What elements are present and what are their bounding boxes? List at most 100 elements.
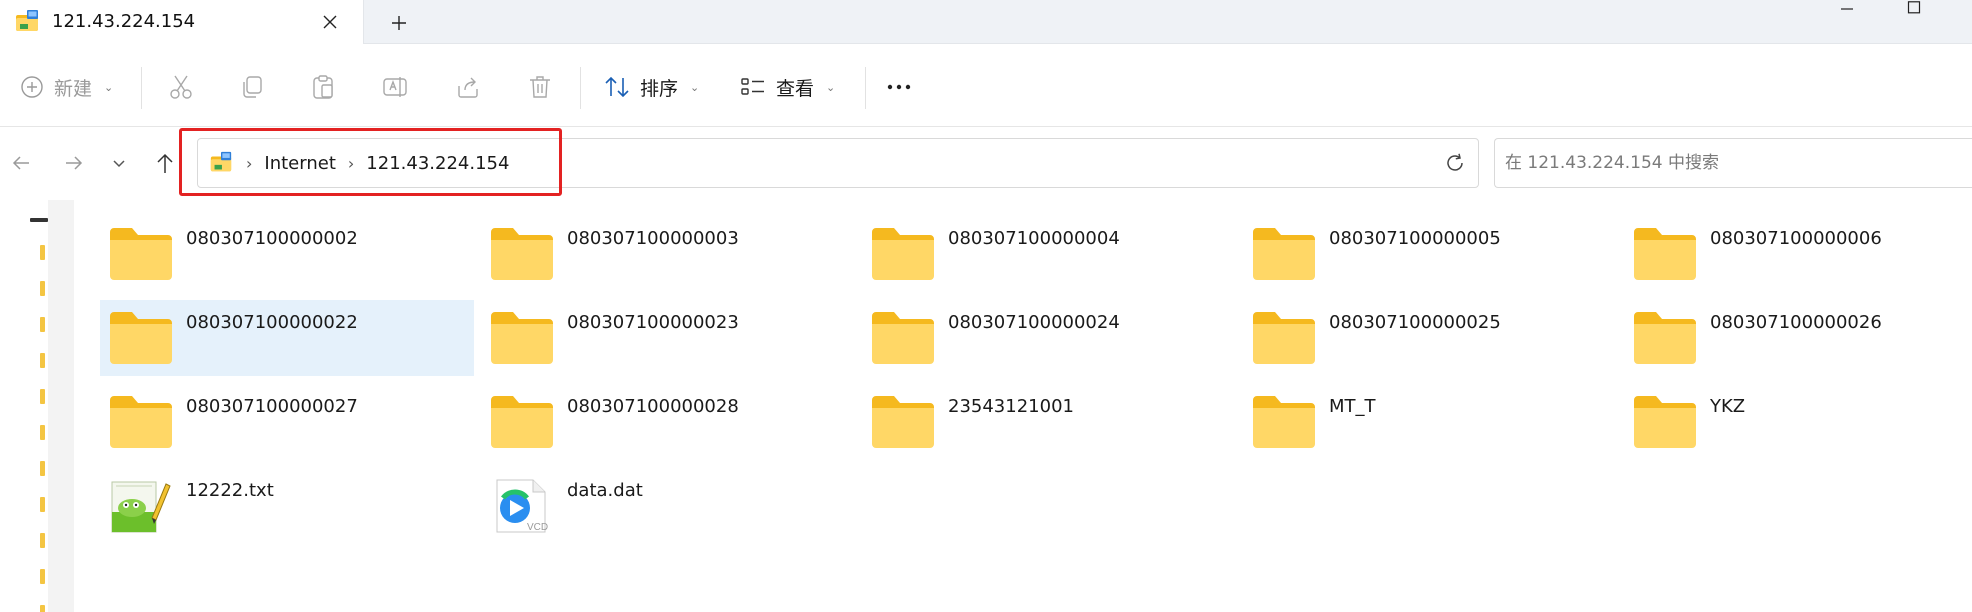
command-bar: 新建 ⌄ 排序 ⌄ 查看 ⌄ [0, 45, 1972, 127]
forward-button[interactable] [57, 146, 91, 180]
minimize-icon [1841, 8, 1853, 10]
navigation-pane [0, 200, 74, 612]
folder-icon [1634, 312, 1696, 364]
nav-folder-marker[interactable] [40, 425, 45, 440]
nav-folder-marker[interactable] [40, 281, 45, 296]
folder-item[interactable]: 080307100000002 [100, 216, 474, 292]
minimize-button[interactable] [1824, 0, 1870, 16]
file-item[interactable]: 12222.txt [100, 468, 474, 544]
copy-icon [243, 76, 262, 98]
folder-icon [872, 396, 934, 448]
nav-folder-marker[interactable] [40, 245, 45, 260]
folder-icon [491, 312, 553, 364]
new-tab-button[interactable] [382, 6, 416, 40]
folder-item[interactable]: 080307100000024 [862, 300, 1236, 376]
cut-icon [170, 75, 192, 99]
folder-icon [872, 228, 934, 280]
file-name: 080307100000024 [948, 312, 1120, 333]
folder-item[interactable]: 23543121001 [862, 384, 1236, 460]
new-button[interactable]: 新建 ⌄ [20, 67, 113, 107]
plus-icon [392, 16, 406, 30]
chevron-down-icon: ⌄ [826, 80, 836, 94]
notepad-plus-plus-icon [111, 481, 171, 533]
file-name: data.dat [567, 480, 643, 501]
chevron-down-icon: ⌄ [690, 80, 700, 94]
breadcrumb-host[interactable]: 121.43.224.154 [366, 153, 509, 174]
toolbar-divider [580, 67, 581, 109]
folder-item[interactable]: 080307100000003 [481, 216, 855, 292]
sort-button[interactable]: 排序 ⌄ [604, 67, 699, 107]
folder-item[interactable]: 080307100000005 [1243, 216, 1617, 292]
rename-button[interactable] [382, 67, 408, 107]
new-button-label: 新建 [54, 77, 93, 100]
paste-button[interactable] [310, 67, 336, 107]
nav-folder-marker[interactable] [40, 461, 45, 476]
file-item[interactable]: VCD data.dat [481, 468, 855, 544]
recent-locations-button[interactable] [102, 146, 136, 180]
tab-title: 121.43.224.154 [52, 11, 196, 32]
navigation-pane-scrollbar[interactable] [48, 200, 74, 612]
view-list-icon [741, 78, 764, 95]
folder-item[interactable]: 080307100000026 [1624, 300, 1972, 376]
folder-item[interactable]: 080307100000006 [1624, 216, 1972, 292]
folder-icon [491, 396, 553, 448]
file-name: 12222.txt [186, 480, 274, 501]
file-name: 080307100000022 [186, 312, 358, 333]
folder-icon [1253, 396, 1315, 448]
refresh-button[interactable] [1438, 146, 1472, 180]
cut-button[interactable] [168, 67, 194, 107]
folder-item[interactable]: 080307100000028 [481, 384, 855, 460]
arrow-left-icon [12, 156, 29, 170]
folder-item[interactable]: 080307100000027 [100, 384, 474, 460]
folder-item[interactable]: MT_T [1243, 384, 1617, 460]
close-icon [323, 15, 337, 29]
maximize-icon [1907, 1, 1921, 14]
network-location-icon [210, 151, 232, 172]
arrow-up-icon [157, 153, 173, 173]
copy-button[interactable] [239, 67, 265, 107]
nav-folder-marker[interactable] [40, 317, 45, 332]
title-bar: 121.43.224.154 [0, 0, 1972, 44]
nav-folder-marker[interactable] [40, 569, 45, 584]
file-name: 080307100000026 [1710, 312, 1882, 333]
rename-icon [383, 77, 407, 97]
file-name: 080307100000027 [186, 396, 358, 417]
delete-icon [530, 76, 550, 98]
file-name: 080307100000006 [1710, 228, 1882, 249]
nav-folder-marker[interactable] [40, 605, 45, 612]
tab-current[interactable]: 121.43.224.154 [0, 0, 364, 44]
file-name: 080307100000002 [186, 228, 358, 249]
breadcrumb-separator: › [246, 153, 253, 173]
file-list: 080307100000002 080307100000003 08030710… [76, 200, 1972, 612]
folder-item[interactable]: YKZ [1624, 384, 1972, 460]
nav-folder-marker[interactable] [40, 389, 45, 404]
nav-folder-marker[interactable] [40, 533, 45, 548]
view-button[interactable]: 查看 ⌄ [740, 67, 835, 107]
nav-folder-marker[interactable] [40, 353, 45, 368]
breadcrumb-separator: › [347, 153, 355, 173]
nav-folder-marker[interactable] [40, 497, 45, 512]
collapse-indicator[interactable] [30, 218, 48, 222]
maximize-button[interactable] [1891, 0, 1937, 16]
add-circle-icon [21, 76, 43, 98]
up-button[interactable] [148, 146, 182, 180]
folder-icon [1253, 228, 1315, 280]
breadcrumb-internet[interactable]: Internet [264, 153, 335, 174]
folder-item[interactable]: 080307100000022 [100, 300, 474, 376]
address-bar[interactable]: › Internet › 121.43.224.154 [197, 138, 1612, 188]
delete-button[interactable] [527, 67, 553, 107]
more-options-button[interactable] [886, 67, 912, 107]
folder-item[interactable]: 080307100000025 [1243, 300, 1617, 376]
file-name: MT_T [1329, 396, 1376, 417]
network-location-icon [16, 10, 38, 31]
refresh-icon [1447, 153, 1463, 171]
search-input[interactable] [1494, 138, 1972, 188]
folder-icon [491, 228, 553, 280]
back-button[interactable] [4, 146, 38, 180]
tab-close-button[interactable] [314, 6, 346, 38]
folder-item[interactable]: 080307100000004 [862, 216, 1236, 292]
folder-icon [1253, 312, 1315, 364]
view-button-label: 查看 [776, 77, 815, 100]
share-button[interactable] [455, 67, 481, 107]
folder-item[interactable]: 080307100000023 [481, 300, 855, 376]
